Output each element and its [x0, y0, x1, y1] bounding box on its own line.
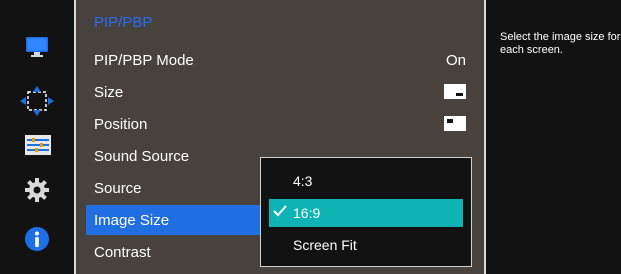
image-size-dropdown: 4:3 16:9 Screen Fit — [260, 157, 472, 267]
monitor-icon[interactable] — [24, 34, 50, 60]
menu-item-position[interactable]: Position — [76, 109, 484, 139]
sidebar — [0, 0, 74, 274]
menu-item-label: Size — [94, 84, 124, 101]
menu-item-label: Sound Source — [94, 148, 190, 165]
dropdown-option-label: Screen Fit — [293, 237, 357, 253]
menu-item-label: Contrast — [94, 244, 151, 261]
pip-size-icon — [444, 84, 466, 99]
move-arrows-icon[interactable] — [20, 86, 54, 116]
help-text: Select the image size for each screen. — [500, 31, 621, 56]
menu-item-value: On — [445, 52, 466, 69]
dropdown-option-label: 4:3 — [293, 173, 313, 189]
dropdown-option-screen-fit[interactable]: Screen Fit — [269, 231, 463, 259]
info-icon[interactable] — [24, 226, 50, 252]
dropdown-option-label: 16:9 — [293, 205, 321, 221]
sliders-icon[interactable] — [24, 133, 52, 157]
menu-item-label: Position — [94, 116, 148, 133]
pip-position-icon — [444, 116, 466, 131]
menu-item-pip-pbp-mode[interactable]: PIP/PBP Mode On — [76, 45, 484, 75]
menu-item-image-size[interactable]: Image Size — [86, 205, 272, 235]
dropdown-option-16-9[interactable]: 16:9 — [269, 199, 463, 227]
gear-icon[interactable] — [24, 177, 50, 203]
checkmark-icon — [272, 203, 288, 222]
dropdown-option-4-3[interactable]: 4:3 — [269, 167, 463, 195]
menu-item-size[interactable]: Size — [76, 77, 484, 107]
menu-item-label: PIP/PBP Mode — [94, 52, 194, 69]
menu-item-label: Image Size — [94, 212, 170, 229]
menu-item-label: Source — [94, 180, 142, 197]
menu-title: PIP/PBP — [94, 14, 153, 31]
